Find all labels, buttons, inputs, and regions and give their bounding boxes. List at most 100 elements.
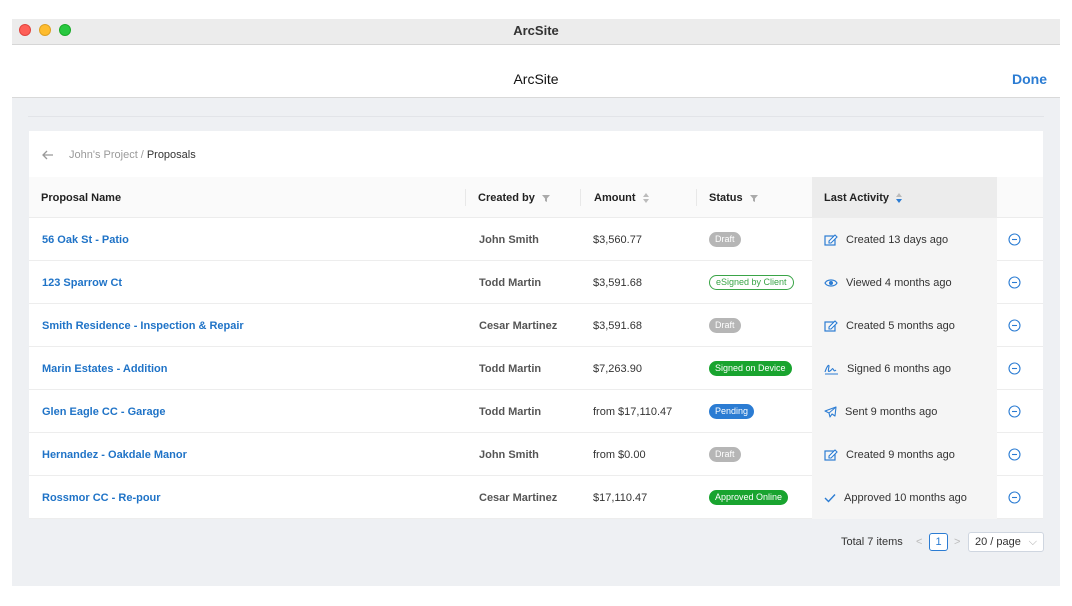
proposals-card: John's Project / Proposals Proposal Name… [29, 131, 1043, 519]
page-size-select[interactable]: 20 / page ⌵ [968, 532, 1044, 552]
created-by-cell: Todd Martin [479, 276, 542, 289]
more-options-icon[interactable] [1008, 476, 1021, 519]
last-activity-cell: Created 9 months ago [824, 433, 955, 476]
status-badge: Pending [709, 404, 755, 419]
chevron-down-icon: ⌵ [1028, 536, 1037, 548]
signature-icon [824, 363, 847, 375]
back-arrow-icon[interactable] [41, 148, 55, 162]
more-options-icon[interactable] [1008, 304, 1021, 347]
status-cell: Draft [709, 304, 741, 347]
column-divider [580, 189, 581, 206]
proposal-name-link[interactable]: Rossmor CC - Re-pour [42, 476, 161, 519]
last-activity-cell: Viewed 4 months ago [824, 261, 952, 304]
status-cell: Pending [709, 390, 755, 433]
last-activity-cell: Created 5 months ago [824, 304, 955, 347]
edit-icon [824, 319, 846, 332]
amount-cell: $7,263.90 [593, 362, 642, 375]
more-options-icon[interactable] [1008, 347, 1021, 390]
table-row[interactable]: Rossmor CC - Re-pour Cesar Martinez $17,11… [29, 476, 1043, 519]
activity-text: Viewed 4 months ago [846, 276, 952, 289]
total-items: Total 7 items [841, 536, 903, 548]
status-cell: Draft [709, 433, 741, 476]
filter-icon[interactable] [749, 193, 759, 203]
status-badge: Signed on Device [709, 361, 792, 376]
filter-icon[interactable] [541, 193, 551, 203]
more-options-icon[interactable] [1008, 433, 1021, 476]
last-activity-cell: Signed 6 months ago [824, 347, 951, 390]
column-header-status: Status [709, 177, 759, 218]
status-badge: Draft [709, 447, 741, 462]
proposal-name-link[interactable]: Smith Residence - Inspection & Repair [42, 304, 244, 347]
table-row[interactable]: Marin Estates - Addition Todd Martin $7,26… [29, 347, 1043, 390]
activity-text: Signed 6 months ago [847, 362, 951, 375]
proposal-name-link[interactable]: Hernandez - Oakdale Manor [42, 433, 187, 476]
done-button[interactable]: Done [1012, 71, 1047, 87]
sort-icon[interactable] [895, 192, 903, 204]
activity-text: Created 9 months ago [846, 448, 955, 461]
last-activity-cell: Created 13 days ago [824, 218, 948, 261]
more-options-icon[interactable] [1008, 390, 1021, 433]
check-icon [824, 493, 844, 503]
table-row[interactable]: Hernandez - Oakdale Manor John Smith from … [29, 433, 1043, 476]
status-badge: Draft [709, 232, 741, 247]
page-1-button[interactable]: 1 [929, 533, 948, 551]
last-activity-cell: Approved 10 months ago [824, 476, 967, 519]
proposal-name-link[interactable]: Glen Eagle CC - Garage [42, 390, 165, 433]
send-icon [824, 405, 845, 418]
column-divider [465, 189, 466, 206]
app-window: ArcSite ArcSite Done John's Project / Pr… [12, 19, 1060, 586]
table-row[interactable]: 56 Oak St - Patio John Smith $3,560.77 Draf… [29, 218, 1043, 261]
activity-text: Sent 9 months ago [845, 405, 938, 418]
status-cell: Draft [709, 218, 741, 261]
activity-text: Created 13 days ago [846, 233, 949, 246]
status-badge: eSigned by Client [709, 275, 794, 290]
activity-text: Approved 10 months ago [844, 491, 967, 504]
table-row[interactable]: Smith Residence - Inspection & Repair Ces… [29, 304, 1043, 347]
column-header-created-by: Created by [478, 177, 551, 218]
nav-title: ArcSite [513, 71, 559, 87]
column-label: Status [709, 191, 743, 204]
nav-bar: ArcSite Done [12, 45, 1060, 98]
amount-cell: from $0.00 [593, 448, 646, 461]
column-header-last-activity[interactable]: Last Activity [812, 177, 997, 218]
amount-cell: $3,560.77 [593, 233, 642, 246]
column-label: Proposal Name [41, 191, 122, 204]
prev-page-button[interactable]: < [916, 536, 922, 548]
next-page-button[interactable]: > [954, 536, 960, 548]
table-row[interactable]: Glen Eagle CC - Garage Todd Martin from $1… [29, 390, 1043, 433]
amount-cell: $3,591.68 [593, 319, 642, 332]
created-by-cell: John Smith [479, 448, 539, 461]
window-title: ArcSite [513, 23, 559, 38]
divider [28, 116, 1044, 117]
activity-text: Created 5 months ago [846, 319, 955, 332]
more-options-icon[interactable] [1008, 261, 1021, 304]
column-label: Created by [478, 191, 535, 204]
proposal-name-link[interactable]: 123 Sparrow Ct [42, 261, 122, 304]
breadcrumb-current: Proposals [146, 149, 196, 161]
pagination: Total 7 items < 1 > 20 / page ⌵ [12, 531, 1060, 553]
status-cell: Approved Online [709, 476, 789, 519]
column-header-amount: Amount [594, 177, 650, 218]
more-options-icon[interactable] [1008, 218, 1021, 261]
amount-cell: $17,110.47 [593, 491, 648, 504]
status-badge: Draft [709, 318, 741, 333]
amount-cell: $3,591.68 [593, 276, 642, 289]
title-bar: ArcSite [12, 19, 1060, 45]
created-by-cell: Todd Martin [479, 362, 542, 375]
status-cell: Signed on Device [709, 347, 792, 390]
column-label: Amount [594, 191, 636, 204]
table-header: Proposal Name Created by Amount Status L… [29, 177, 1043, 218]
sort-icon[interactable] [642, 192, 650, 204]
edit-icon [824, 233, 846, 246]
proposal-name-link[interactable]: Marin Estates - Addition [42, 347, 168, 390]
last-activity-cell: Sent 9 months ago [824, 390, 937, 433]
created-by-cell: Cesar Martinez [479, 319, 558, 332]
table-row[interactable]: 123 Sparrow Ct Todd Martin $3,591.68 eSigne… [29, 261, 1043, 304]
created-by-cell: Todd Martin [479, 405, 542, 418]
proposal-name-link[interactable]: 56 Oak St - Patio [42, 218, 129, 261]
amount-cell: from $17,110.47 [593, 405, 673, 418]
breadcrumb-parent[interactable]: John's Project [69, 149, 138, 161]
page-size-value: 20 / page [975, 536, 1021, 548]
edit-icon [824, 448, 846, 461]
eye-icon [824, 277, 846, 289]
